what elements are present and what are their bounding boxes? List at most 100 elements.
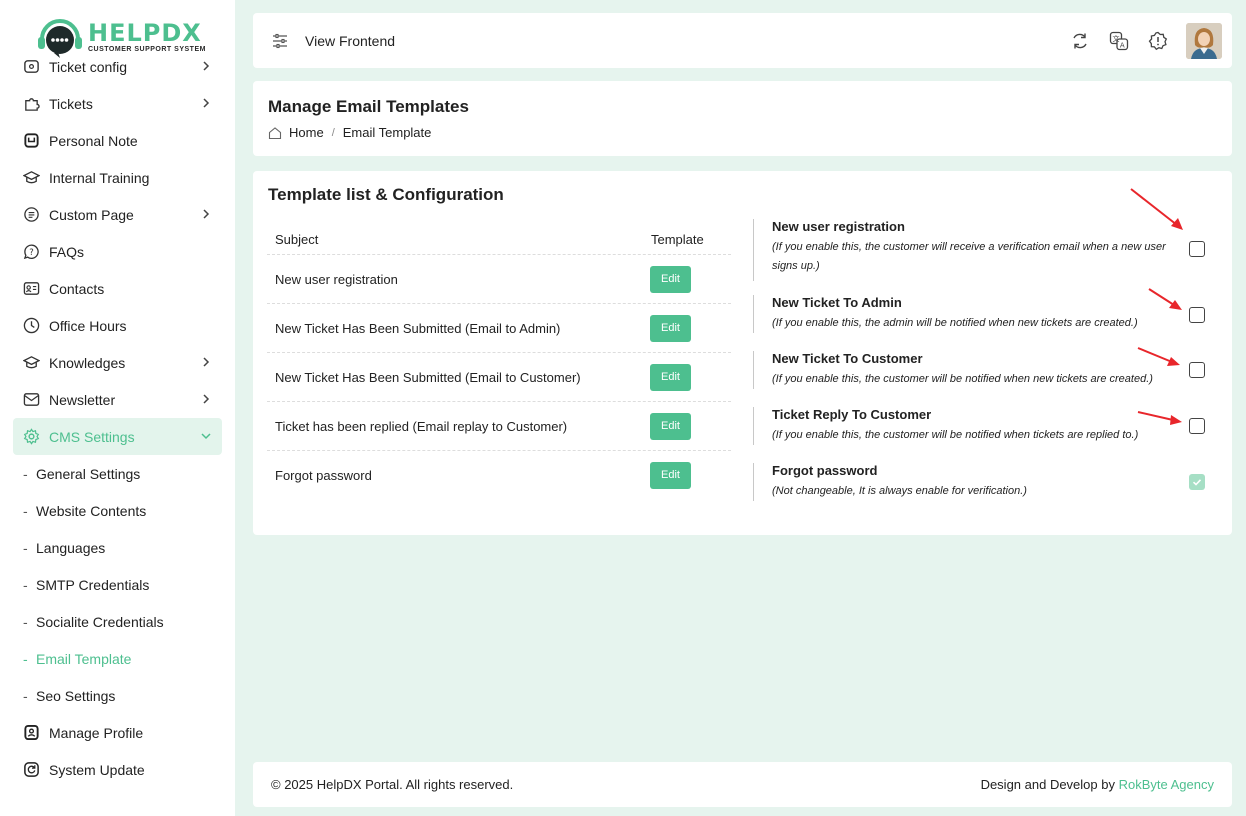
section-title: Template list & Configuration [268, 185, 504, 204]
sidebar-item-system-update[interactable]: System Update [0, 751, 235, 788]
annotation-arrow-icon [1137, 347, 1180, 366]
config-item: New Ticket To Admin (If you enable this,… [753, 295, 1213, 333]
sidebar-subitem-website-contents[interactable]: - Website Contents [0, 492, 235, 529]
copyright-text: © 2025 HelpDX Portal. All rights reserve… [271, 777, 514, 792]
edit-button[interactable]: Edit [650, 462, 691, 489]
template-config-card: Template list & Configuration Subject Te… [253, 171, 1232, 535]
sidebar-item-custom-page[interactable]: Custom Page [0, 196, 235, 233]
chevron-right-icon [203, 98, 210, 108]
sidebar-item-label: Newsletter [49, 391, 116, 408]
sync-icon[interactable] [1069, 30, 1091, 52]
config-description: (Not changeable, It is always enable for… [772, 485, 1027, 497]
table-row: Forgot password Edit [267, 451, 731, 500]
sidebar-item-label: Internal Training [49, 169, 150, 186]
home-icon [268, 126, 282, 140]
clock-icon [22, 317, 40, 335]
user-avatar[interactable] [1186, 23, 1222, 59]
check-icon [1192, 479, 1202, 486]
refresh-icon [22, 761, 40, 779]
config-checkbox[interactable] [1189, 241, 1205, 257]
sidebar-item-newsletter[interactable]: Newsletter [0, 381, 235, 418]
annotation-arrow-icon [1130, 188, 1183, 230]
config-description: (If you enable this, the customer will b… [772, 373, 1153, 385]
sidebar-item-internal-training[interactable]: Internal Training [0, 159, 235, 196]
config-checkbox[interactable] [1189, 362, 1205, 378]
alert-badge-icon[interactable] [1147, 30, 1169, 52]
sidebar-item-faqs[interactable]: ? FAQs [0, 233, 235, 270]
sidebar-item-personal-note[interactable]: Personal Note [0, 122, 235, 159]
edit-button[interactable]: Edit [650, 265, 691, 293]
chevron-down-icon [201, 433, 211, 440]
sidebar-item-label: Custom Page [49, 206, 134, 223]
sidebar-subitem-seo-settings[interactable]: - Seo Settings [0, 677, 235, 714]
puzzle-icon [22, 95, 40, 113]
sidebar-subitem-label: SMTP Credentials [36, 576, 150, 593]
column-template: Template [651, 232, 704, 247]
view-frontend-link[interactable]: View Frontend [305, 33, 395, 49]
table-header: Subject Template [267, 225, 731, 255]
chevron-right-icon [203, 394, 210, 404]
svg-text:文: 文 [1113, 34, 1120, 43]
row-subject: Forgot password [275, 468, 372, 483]
config-title: Forgot password [772, 463, 878, 478]
sidebar-item-label: Personal Note [49, 132, 138, 149]
sidebar-item-tickets[interactable]: Tickets [0, 85, 235, 122]
breadcrumb: Home / Email Template [268, 125, 431, 140]
sidebar-subitem-general-settings[interactable]: - General Settings [0, 455, 235, 492]
credit-prefix: Design and Develop by [980, 777, 1115, 792]
edit-button[interactable]: Edit [650, 363, 691, 391]
sidebar-item-manage-profile[interactable]: Manage Profile [0, 714, 235, 751]
sidebar: HELPDX CUSTOMER SUPPORT SYSTEM Ticket co… [0, 0, 235, 816]
sidebar-subitem-smtp-credentials[interactable]: - SMTP Credentials [0, 566, 235, 603]
annotation-arrow-icon [1137, 411, 1182, 425]
config-checkbox[interactable] [1189, 418, 1205, 434]
sidebar-item-knowledges[interactable]: Knowledges [0, 344, 235, 381]
edit-button[interactable]: Edit [650, 412, 691, 440]
top-bar: View Frontend 文A [253, 13, 1232, 68]
table-row: New Ticket Has Been Submitted (Email to … [267, 353, 731, 402]
config-description: (If you enable this, the customer will r… [772, 241, 1166, 272]
sidebar-item-cms-settings[interactable]: CMS Settings [13, 418, 222, 455]
config-checkbox-disabled [1189, 474, 1205, 490]
chevron-right-icon [203, 61, 210, 71]
brand-logo[interactable]: HELPDX CUSTOMER SUPPORT SYSTEM [36, 14, 206, 60]
sidebar-item-label: Knowledges [49, 354, 126, 371]
edit-button[interactable]: Edit [650, 314, 691, 342]
sidebar-item-label: System Update [49, 761, 145, 778]
translate-icon[interactable]: 文A [1108, 30, 1130, 52]
row-subject: New Ticket Has Been Submitted (Email to … [275, 320, 561, 336]
template-table: Subject Template New user registration E… [267, 225, 731, 500]
sliders-menu-icon[interactable] [271, 32, 289, 50]
credit-link[interactable]: RokByte Agency [1119, 777, 1214, 792]
headset-logo-icon [36, 15, 84, 59]
annotation-arrow-icon [1148, 288, 1182, 310]
column-subject: Subject [275, 232, 319, 247]
sidebar-item-label: CMS Settings [49, 428, 135, 445]
breadcrumb-home[interactable]: Home [289, 125, 324, 140]
brand-tagline: CUSTOMER SUPPORT SYSTEM [88, 46, 206, 53]
note-icon [22, 132, 40, 150]
contact-card-icon [22, 280, 40, 298]
sidebar-subitem-label: Email Template [36, 650, 132, 667]
brand-name: HELPDX [88, 19, 202, 47]
sidebar-item-office-hours[interactable]: Office Hours [0, 307, 235, 344]
sidebar-item-label: Manage Profile [49, 724, 144, 741]
sidebar-subitem-socialite-credentials[interactable]: - Socialite Credentials [0, 603, 235, 640]
table-row: New user registration Edit [267, 255, 731, 304]
footer: © 2025 HelpDX Portal. All rights reserve… [253, 762, 1232, 807]
sidebar-item-contacts[interactable]: Contacts [0, 270, 235, 307]
sidebar-subitem-label: General Settings [36, 465, 141, 482]
config-checkbox[interactable] [1189, 307, 1205, 323]
sidebar-subitem-languages[interactable]: - Languages [0, 529, 235, 566]
sidebar-item-label: FAQs [49, 243, 85, 260]
credit-text: Design and Develop by RokByte Agency [981, 777, 1214, 792]
table-row: Ticket has been replied (Email replay to… [267, 402, 731, 451]
sidebar-item-label: Contacts [49, 280, 105, 297]
sidebar-subitem-email-template[interactable]: - Email Template [0, 640, 235, 677]
sidebar-subitem-label: Website Contents [36, 502, 147, 519]
config-item: Forgot password (Not changeable, It is a… [753, 463, 1213, 501]
sidebar-subitem-label: Languages [36, 539, 106, 556]
table-row: New Ticket Has Been Submitted (Email to … [267, 304, 731, 353]
sidebar-subitem-label: Socialite Credentials [36, 613, 164, 630]
sidebar-item-label: Office Hours [49, 317, 127, 334]
